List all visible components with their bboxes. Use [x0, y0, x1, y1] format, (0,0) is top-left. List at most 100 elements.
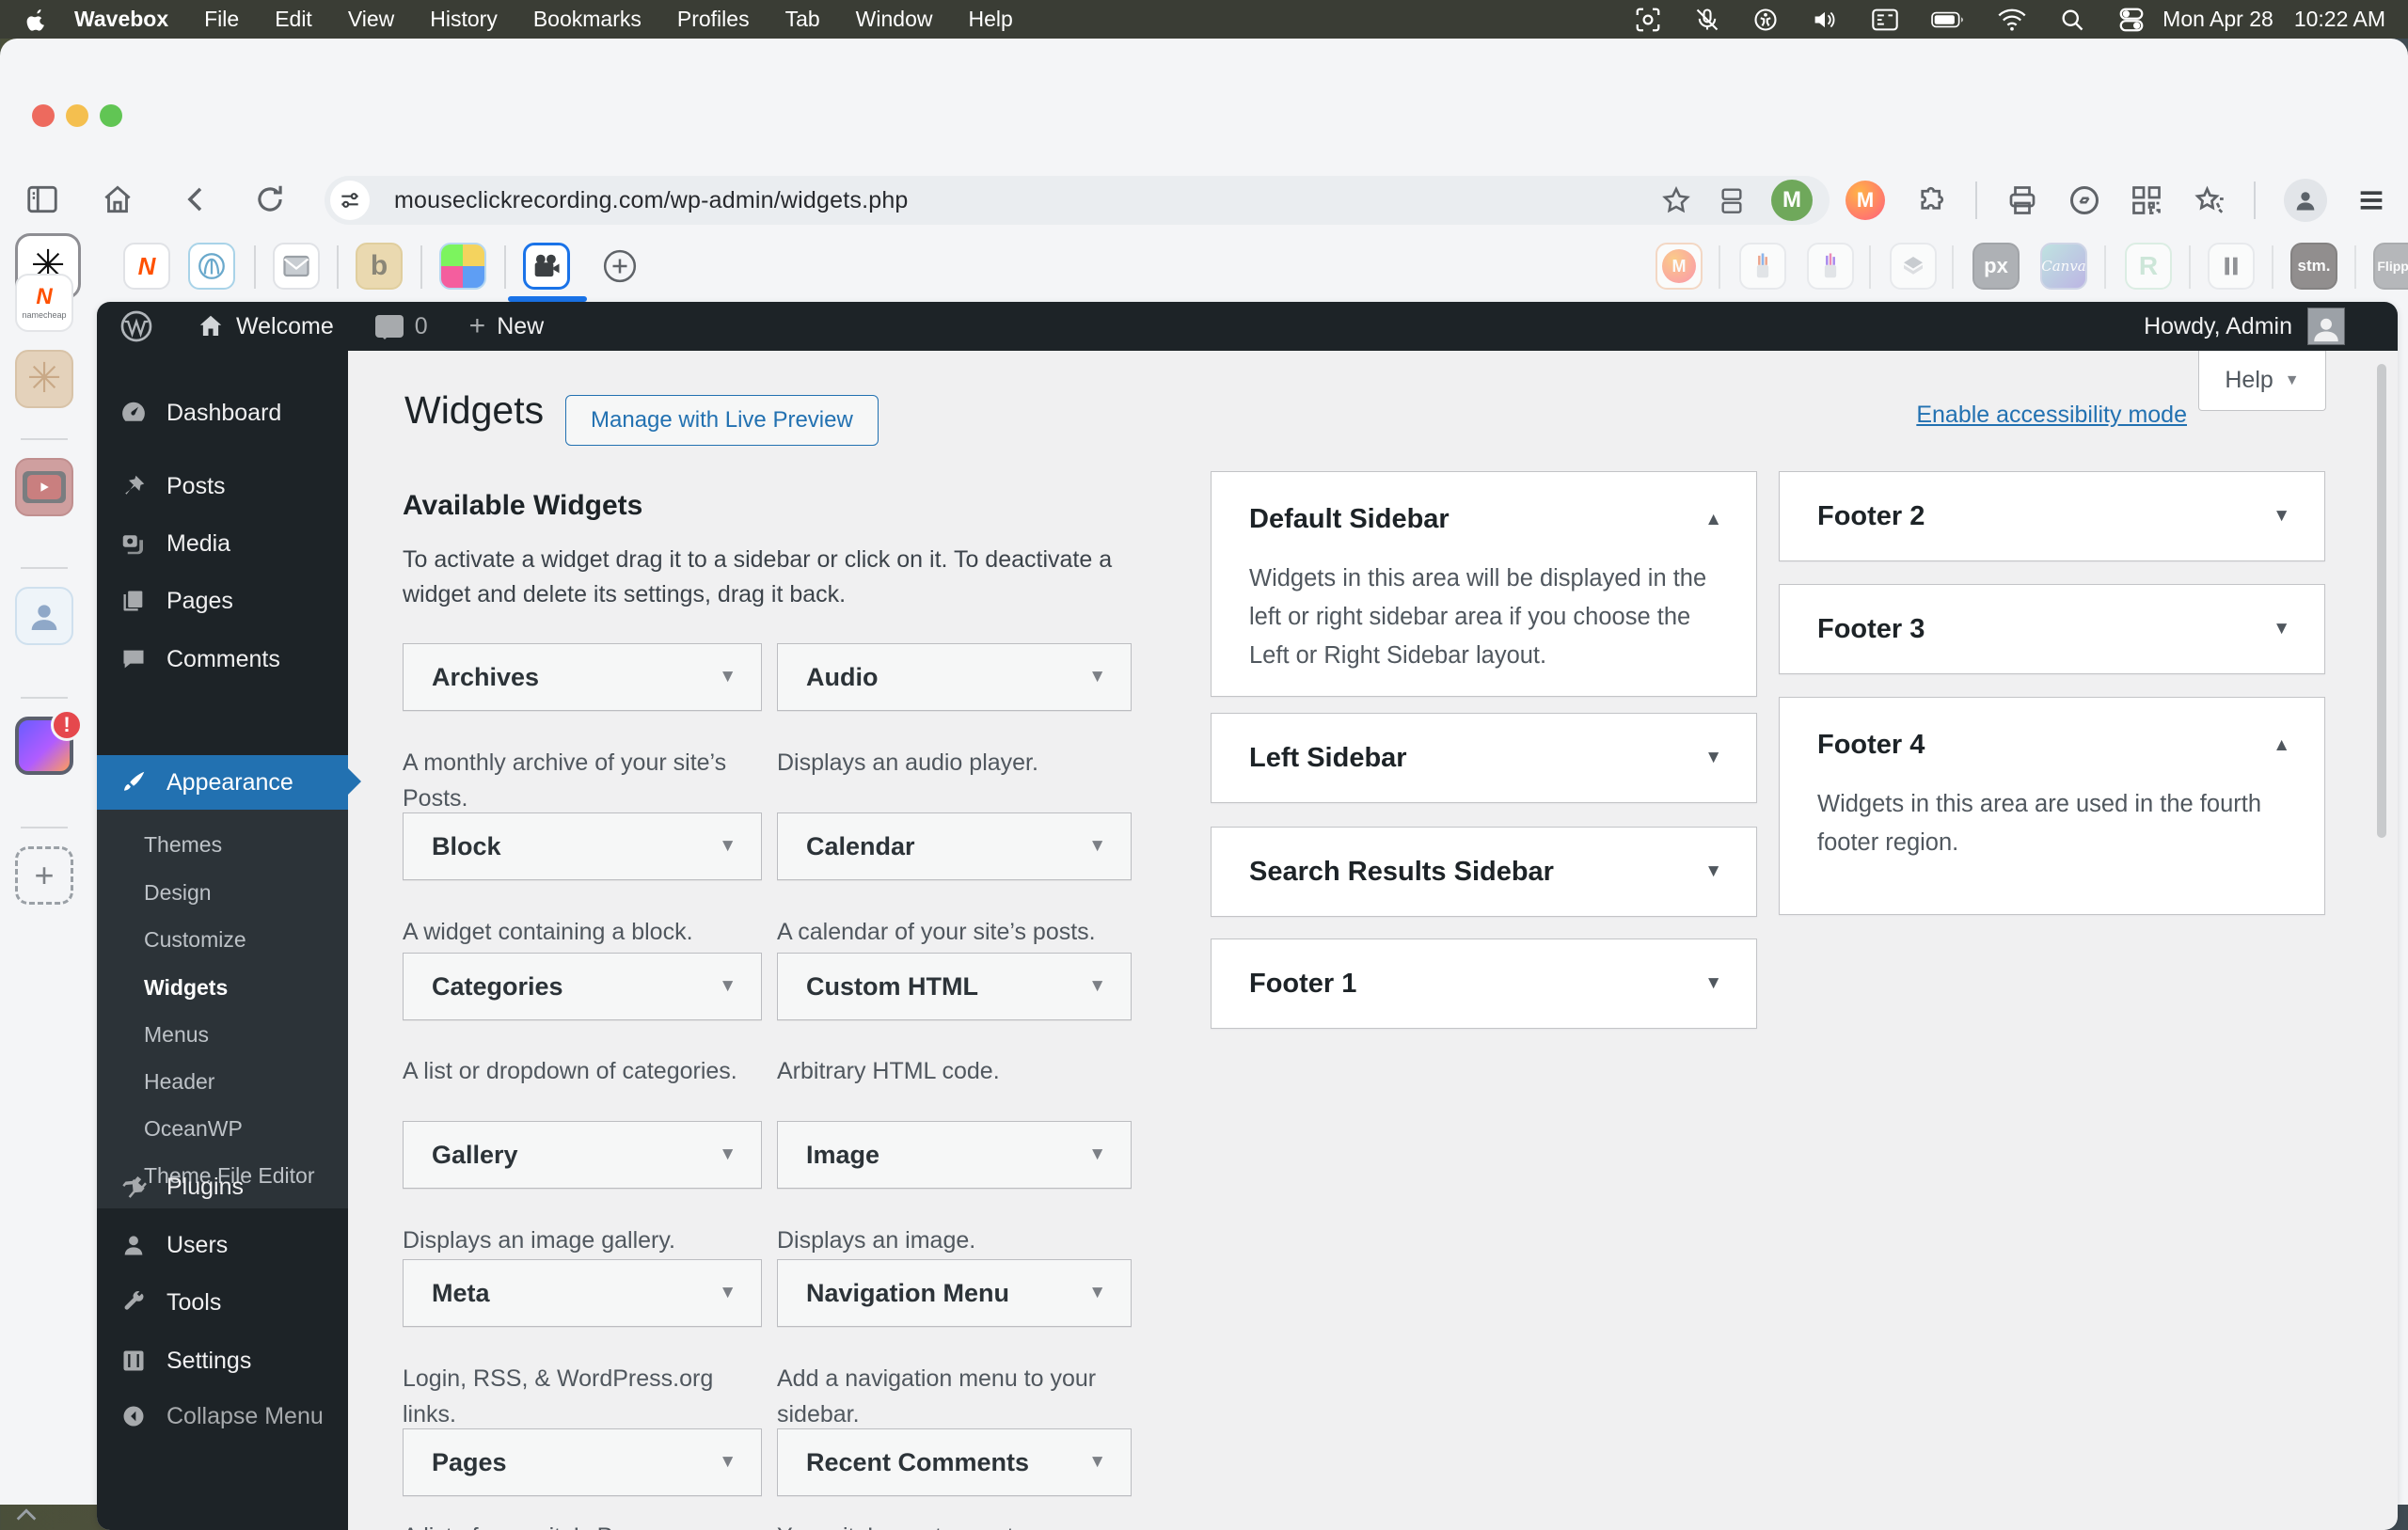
back-button[interactable] [179, 181, 214, 217]
accessibility-icon[interactable] [1752, 7, 1779, 33]
menu-edit[interactable]: Edit [257, 7, 330, 32]
ext-orange-m-icon[interactable]: M [1656, 243, 1703, 290]
submenu-design[interactable]: Design [97, 869, 348, 916]
submenu-widgets-current[interactable]: Widgets [97, 964, 348, 1011]
rail-contact-icon[interactable] [15, 587, 73, 645]
reading-list-icon[interactable] [1717, 184, 1747, 216]
ext-pencils-icon[interactable] [1739, 243, 1786, 290]
widget-card-archives[interactable]: Archives [403, 643, 762, 711]
site-settings-icon[interactable] [330, 181, 370, 220]
fullscreen-window-button[interactable] [100, 104, 122, 127]
widget-card-navigation-menu[interactable]: Navigation Menu [777, 1259, 1132, 1327]
control-center-icon[interactable] [2117, 6, 2146, 34]
mail-tab-icon[interactable] [273, 243, 320, 290]
sidebar-item-users[interactable]: Users [97, 1219, 348, 1271]
menu-profiles[interactable]: Profiles [659, 7, 768, 32]
sidebar-item-pages[interactable]: Pages [97, 575, 348, 627]
print-icon[interactable] [2005, 183, 2039, 217]
sidebar-item-tools[interactable]: Tools [97, 1276, 348, 1329]
sidebar-item-appearance[interactable]: Appearance [97, 755, 361, 810]
chevron-down-icon[interactable] [2273, 619, 2290, 639]
wifi-icon[interactable] [1997, 8, 2027, 32]
home-button[interactable] [100, 181, 135, 217]
mic-muted-icon[interactable] [1694, 7, 1720, 33]
submenu-customize[interactable]: Customize [97, 916, 348, 963]
ext-px-icon[interactable]: px [1972, 243, 2020, 290]
extensions-puzzle-icon[interactable] [1913, 183, 1947, 217]
menu-file[interactable]: File [186, 7, 257, 32]
pixelart-tab-icon[interactable] [439, 243, 486, 290]
chevron-down-icon[interactable] [1088, 1283, 1106, 1303]
chevron-down-icon[interactable] [1088, 836, 1106, 857]
menu-tab[interactable]: Tab [768, 7, 838, 32]
rail-add-app-button[interactable]: + [15, 846, 73, 905]
rail-scroll-up-icon[interactable] [13, 1506, 40, 1524]
area-search-results-sidebar[interactable]: Search Results Sidebar [1211, 827, 1757, 917]
close-window-button[interactable] [32, 104, 55, 127]
rail-gradient-app-icon[interactable]: ! [15, 709, 83, 775]
spotlight-search-icon[interactable] [2059, 7, 2085, 33]
page-scrollbar[interactable] [2377, 364, 2386, 838]
menu-view[interactable]: View [330, 7, 412, 32]
chevron-down-icon[interactable] [1704, 973, 1722, 994]
bookmark-star-icon[interactable] [1660, 184, 1692, 216]
chevron-down-icon[interactable] [1704, 861, 1722, 882]
chevron-down-icon[interactable] [719, 1452, 737, 1473]
sidebar-item-dashboard[interactable]: Dashboard [97, 386, 348, 439]
sidebar-item-comments[interactable]: Comments [97, 633, 348, 686]
area-footer-4[interactable]: Footer 4 Widgets in this area are used i… [1779, 697, 2325, 915]
sidebar-item-posts[interactable]: Posts [97, 460, 348, 513]
chevron-down-icon[interactable] [2273, 506, 2290, 527]
copy-link-icon[interactable] [2067, 183, 2101, 217]
widget-card-pages[interactable]: Pages [403, 1428, 762, 1496]
chevron-down-icon[interactable] [719, 1283, 737, 1303]
rail-namecheap-icon[interactable]: N namecheap [15, 274, 73, 332]
browser-profile-icon[interactable] [2284, 179, 2327, 222]
widget-card-meta[interactable]: Meta [403, 1259, 762, 1327]
widget-card-gallery[interactable]: Gallery [403, 1121, 762, 1189]
area-footer-1[interactable]: Footer 1 [1211, 939, 1757, 1029]
minimize-window-button[interactable] [66, 104, 88, 127]
ext-r-icon[interactable]: R [2125, 243, 2172, 290]
rail-asterisk-icon[interactable]: ✳ [15, 350, 73, 408]
menu-window[interactable]: Window [838, 7, 951, 32]
ext-pause-icon[interactable] [2208, 243, 2255, 290]
qr-code-icon[interactable] [2130, 183, 2163, 217]
widget-card-categories[interactable]: Categories [403, 953, 762, 1020]
volume-icon[interactable] [1811, 7, 1839, 33]
wp-logo-icon[interactable] [97, 302, 176, 351]
accessibility-mode-link[interactable]: Enable accessibility mode [1916, 402, 2187, 429]
submenu-header[interactable]: Header [97, 1058, 348, 1105]
apple-icon[interactable] [26, 8, 47, 32]
chevron-down-icon[interactable] [719, 667, 737, 687]
highlight-star-icon[interactable] [2192, 183, 2226, 217]
menu-history[interactable]: History [412, 7, 515, 32]
wp-account-menu[interactable]: Howdy, Admin [2144, 308, 2398, 345]
window-manager-icon[interactable] [1871, 8, 1899, 32]
chevron-down-icon[interactable] [1088, 1144, 1106, 1165]
menu-help[interactable]: Help [950, 7, 1030, 32]
sidebar-item-plugins[interactable]: Plugins [97, 1160, 348, 1213]
widget-card-image[interactable]: Image [777, 1121, 1132, 1189]
submenu-menus[interactable]: Menus [97, 1011, 348, 1058]
widget-card-recent-comments[interactable]: Recent Comments [777, 1428, 1132, 1496]
toggle-sidebar-icon[interactable] [24, 181, 60, 217]
new-tab-plus-icon[interactable] [596, 243, 643, 290]
rail-youtube-icon[interactable] [15, 458, 73, 516]
submenu-oceanwp[interactable]: OceanWP [97, 1105, 348, 1152]
area-footer-2[interactable]: Footer 2 [1779, 471, 2325, 561]
url-text[interactable]: mouseclickrecording.com/wp-admin/widgets… [394, 187, 1660, 214]
menu-bookmarks[interactable]: Bookmarks [515, 7, 659, 32]
screen-record-icon[interactable] [1634, 6, 1662, 34]
chevron-down-icon[interactable] [1088, 976, 1106, 997]
reload-button[interactable] [252, 181, 288, 217]
ext-stm-icon[interactable]: stm. [2290, 243, 2337, 290]
widget-card-audio[interactable]: Audio [777, 643, 1132, 711]
ext-canva-icon[interactable]: Canva [2040, 243, 2087, 290]
ext-pencils2-icon[interactable] [1807, 243, 1854, 290]
browser-menu-icon[interactable] [2355, 184, 2387, 216]
widget-card-custom-html[interactable]: Custom HTML [777, 953, 1132, 1020]
chevron-down-icon[interactable] [719, 976, 737, 997]
chevron-down-icon[interactable] [1088, 667, 1106, 687]
menu-wavebox[interactable]: Wavebox [56, 7, 186, 32]
